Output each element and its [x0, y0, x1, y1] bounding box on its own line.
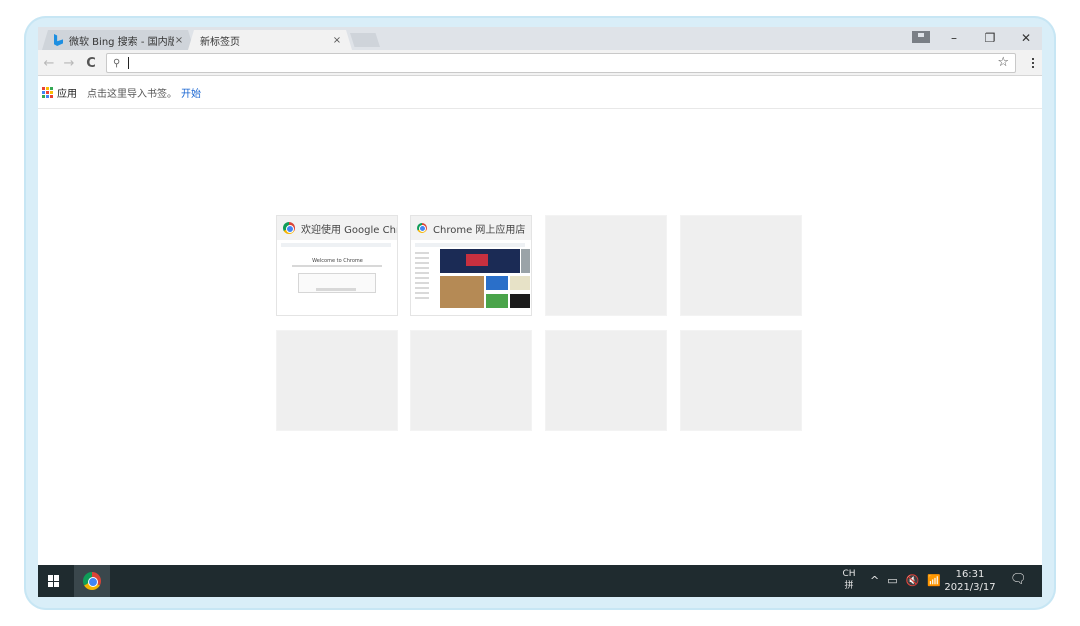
text-cursor: [128, 57, 129, 69]
browser-window: 微软 Bing 搜索 - 国内版 × 新标签页 × – ❐ ✕ ← → C ⚲ …: [38, 27, 1042, 597]
most-visited-tile[interactable]: 欢迎使用 Google Chr Welcome to Chrome: [276, 215, 398, 316]
tab-title: 微软 Bing 搜索 - 国内版: [69, 36, 174, 48]
tab-strip: 微软 Bing 搜索 - 国内版 × 新标签页 × – ❐ ✕: [38, 27, 1042, 50]
empty-tile: [410, 330, 532, 431]
search-icon: ⚲: [113, 57, 121, 69]
forward-button[interactable]: →: [60, 54, 78, 72]
ime-mode: 拼: [844, 581, 854, 591]
system-tray: ^ ▭ 🔇 📶: [870, 574, 941, 587]
chrome-icon: [83, 572, 101, 590]
battery-icon[interactable]: ▭: [887, 574, 897, 587]
empty-tile: [680, 330, 802, 431]
restore-button[interactable]: ❐: [972, 27, 1008, 49]
ime-language: CH: [842, 569, 856, 579]
omnibox[interactable]: ⚲ ☆: [106, 53, 1016, 73]
tab-title: 新标签页: [200, 36, 240, 48]
network-icon[interactable]: 📶: [927, 574, 941, 587]
tab-close-icon[interactable]: ×: [332, 35, 342, 46]
apps-grid-icon[interactable]: [42, 87, 53, 98]
show-hidden-icons-icon[interactable]: ^: [870, 574, 879, 587]
empty-tile: [276, 330, 398, 431]
chrome-icon: [417, 223, 427, 233]
bing-icon: [54, 34, 64, 46]
profile-icon[interactable]: [912, 31, 930, 43]
tile-title: 欢迎使用 Google Chr: [301, 224, 397, 236]
thumbnail-text: Welcome to Chrome: [312, 258, 363, 264]
tab-new-tab[interactable]: 新标签页 ×: [188, 30, 352, 50]
tab-close-icon[interactable]: ×: [174, 35, 184, 46]
back-button[interactable]: ←: [40, 54, 58, 72]
apps-label[interactable]: 应用: [57, 85, 77, 100]
most-visited-tile[interactable]: Chrome 网上应用店: [410, 215, 532, 316]
empty-tile: [545, 330, 667, 431]
close-window-button[interactable]: ✕: [1008, 27, 1042, 49]
tab-bing[interactable]: 微软 Bing 搜索 - 国内版 ×: [42, 30, 194, 50]
clock-time: 16:31: [955, 569, 985, 580]
import-bookmarks-hint: 点击这里导入书签。: [87, 89, 177, 100]
clock-date: 2021/3/17: [944, 582, 996, 593]
tile-thumbnail: [412, 240, 531, 315]
bookmark-star-icon[interactable]: ☆: [997, 55, 1009, 70]
address-input[interactable]: [131, 55, 1015, 71]
taskbar-chrome-button[interactable]: [74, 565, 110, 597]
browser-toolbar: ← → C ⚲ ☆: [38, 50, 1042, 76]
clock[interactable]: 16:31 2021/3/17: [942, 568, 998, 594]
import-start-link[interactable]: 开始: [181, 85, 201, 100]
reload-button[interactable]: C: [82, 54, 100, 72]
chrome-icon: [283, 222, 295, 234]
ime-indicator[interactable]: CH 拼: [841, 568, 857, 592]
start-button[interactable]: [38, 565, 70, 597]
minimize-button[interactable]: –: [936, 27, 972, 49]
windows-icon: [48, 575, 60, 587]
notification-center-icon[interactable]: 🗨: [1010, 572, 1027, 588]
empty-tile: [545, 215, 667, 316]
new-tab-button[interactable]: [350, 33, 380, 47]
bookmarks-bar: 应用 点击这里导入书签。 开始: [38, 77, 1042, 109]
tile-thumbnail: Welcome to Chrome: [278, 240, 397, 315]
empty-tile: [680, 215, 802, 316]
volume-muted-icon[interactable]: 🔇: [906, 574, 920, 587]
taskbar: CH 拼 ^ ▭ 🔇 📶 16:31 2021/3/17 🗨: [38, 565, 1042, 597]
tile-title: Chrome 网上应用店: [433, 224, 526, 236]
menu-icon[interactable]: [1028, 54, 1038, 72]
